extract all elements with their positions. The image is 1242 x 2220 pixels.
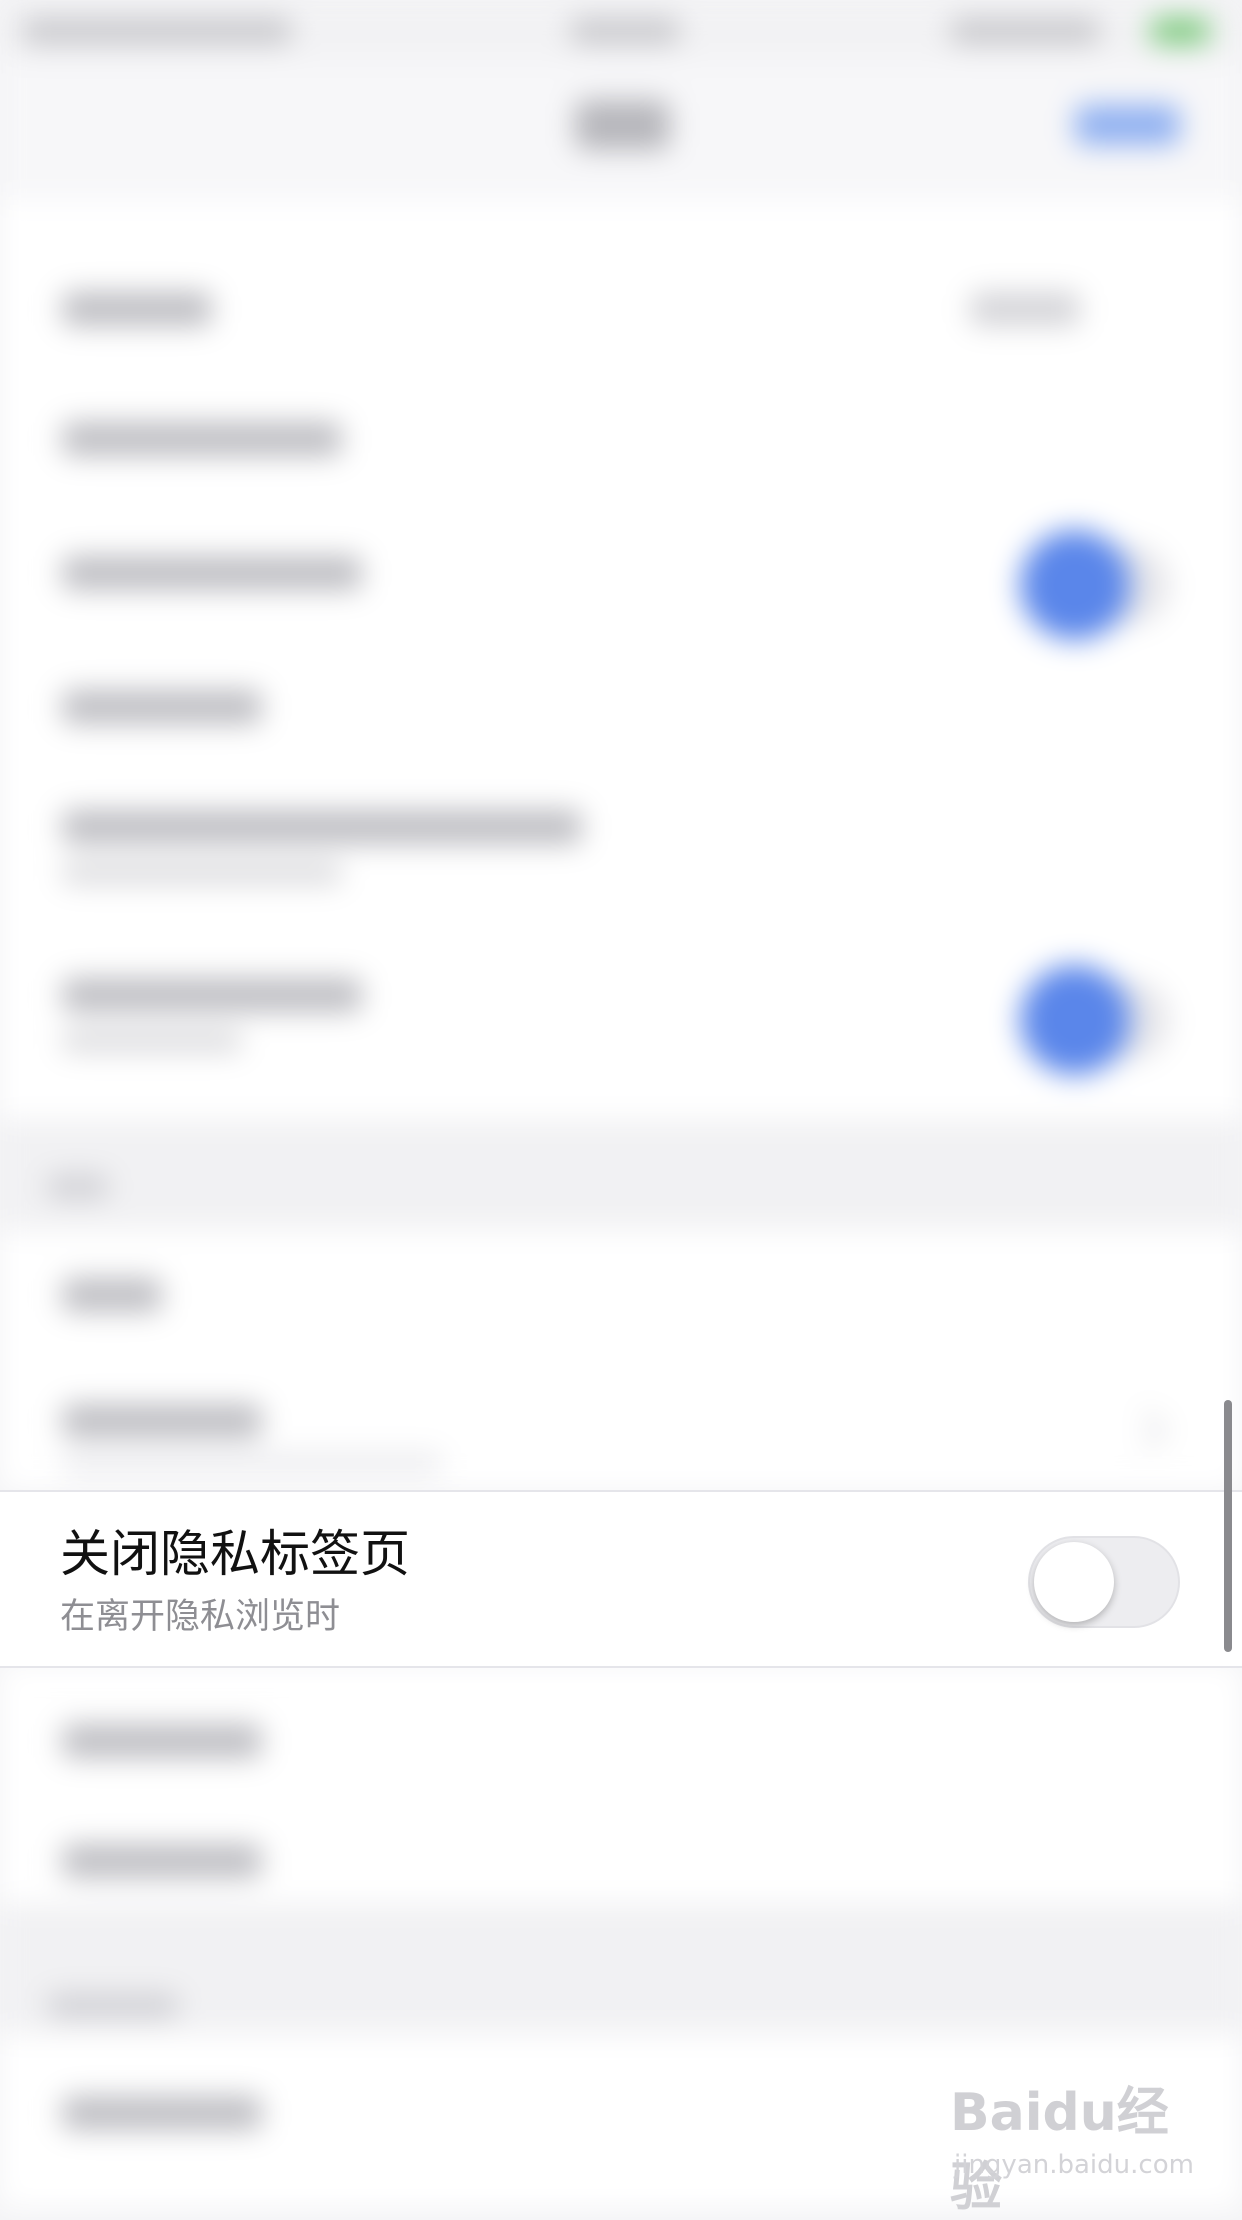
toggle-on-blur[interactable] [1020, 530, 1130, 640]
baidu-watermark: Baidu经验 jingyan.baidu.com [950, 2070, 1220, 2218]
section-header [0, 1120, 1242, 1230]
status-battery-blur [950, 18, 1100, 44]
nav-done-blur[interactable] [1075, 105, 1180, 145]
status-time-blur [570, 18, 680, 44]
close-private-tabs-row[interactable]: 关闭隐私标签页 在离开隐私浏览时 [0, 1490, 1242, 1668]
settings-section-1 [0, 200, 1242, 1120]
row-subtitle: 在离开隐私浏览时 [60, 1597, 341, 1637]
status-bar [0, 0, 1242, 60]
close-private-tabs-toggle[interactable] [1028, 1536, 1180, 1628]
settings-section-2 [0, 1230, 1242, 1490]
settings-row-toggle[interactable] [0, 520, 1242, 650]
settings-row[interactable] [0, 660, 1242, 780]
section-header [0, 1904, 1242, 2034]
row-title: 关闭隐私标签页 [60, 1525, 410, 1583]
battery-icon [1150, 18, 1210, 44]
settings-row[interactable] [0, 1230, 1242, 1360]
toggle-on-blur[interactable] [1020, 965, 1130, 1075]
blurred-background [0, 0, 1242, 2208]
settings-section-2b [0, 1664, 1242, 1904]
settings-row[interactable] [0, 780, 1242, 930]
settings-row-toggle[interactable] [0, 940, 1242, 1100]
toggle-knob [1034, 1542, 1114, 1622]
settings-row[interactable] [0, 1360, 1242, 1490]
settings-row[interactable] [0, 1784, 1242, 1904]
status-carrier-blur [22, 18, 292, 44]
settings-row[interactable] [0, 270, 1242, 390]
settings-row[interactable] [0, 400, 1242, 520]
scrollbar[interactable] [1224, 1400, 1232, 1652]
settings-row[interactable] [0, 1664, 1242, 1784]
watermark-logo: Baidu经验 [950, 2083, 1169, 2218]
chevron-right-icon [1126, 1410, 1166, 1450]
watermark-url: jingyan.baidu.com [954, 2150, 1194, 2180]
nav-bar [0, 60, 1242, 200]
nav-title-blur [575, 100, 670, 150]
